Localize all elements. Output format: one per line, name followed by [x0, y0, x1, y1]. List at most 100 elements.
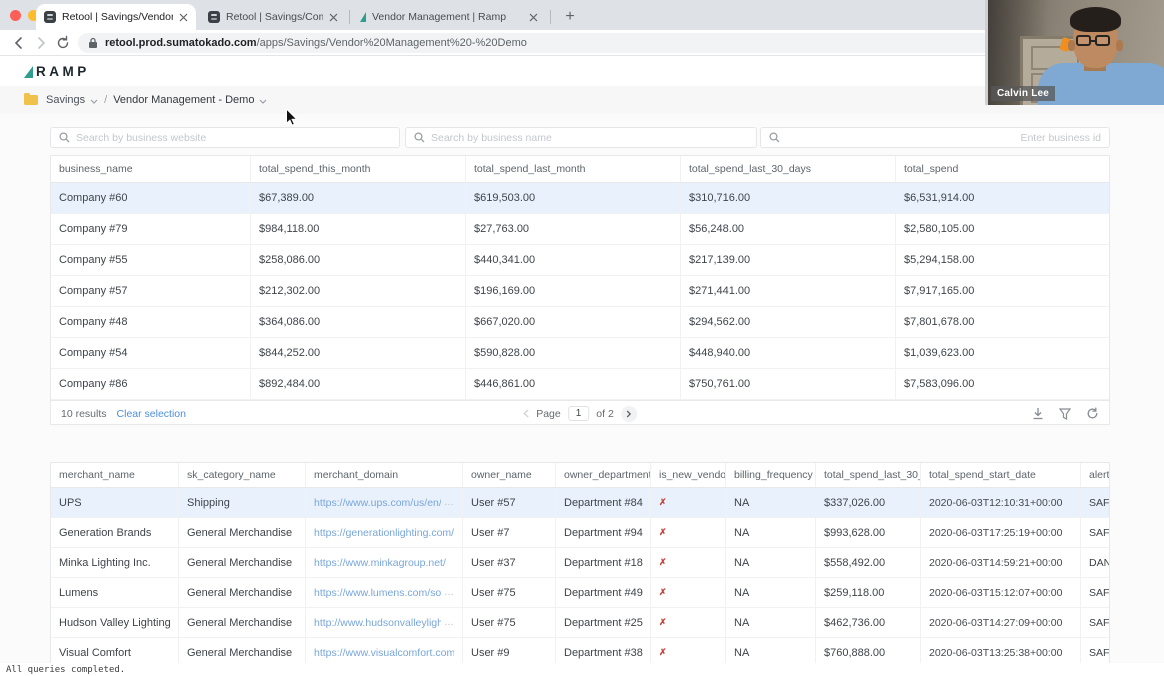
tab-separator: [349, 10, 350, 24]
table-cell: 2020-06-03T14:59:21+00:00: [921, 548, 1081, 577]
column-header[interactable]: total_spend_start_date: [921, 463, 1081, 487]
merchant-domain-link[interactable]: http://www.hudsonvalleylightin: [314, 617, 441, 629]
table-cell: NA: [726, 608, 816, 637]
table-cell: User #37: [463, 548, 556, 577]
chevron-down-icon[interactable]: [90, 99, 98, 104]
column-header[interactable]: total_spend_this_month: [251, 156, 466, 182]
table-row[interactable]: Company #48 $364,086.00 $667,020.00 $294,56…: [51, 307, 1109, 338]
webcam-person-hair: [1070, 7, 1121, 32]
chevron-right-icon: [626, 410, 632, 417]
chevron-left-icon[interactable]: [523, 409, 529, 418]
table-cell: $750,761.00: [681, 369, 896, 399]
is-new-vendor-cross-icon: ✗: [651, 578, 726, 607]
merchant-domain-link[interactable]: https://www.lumens.com/sonne: [314, 587, 441, 599]
table-row[interactable]: Company #54 $844,252.00 $590,828.00 $448,94…: [51, 338, 1109, 369]
table-cell: $892,484.00: [251, 369, 466, 399]
reload-icon[interactable]: [1086, 407, 1099, 420]
browser-tab-3[interactable]: Vendor Management | Ramp: [352, 4, 546, 30]
next-page-button[interactable]: [620, 405, 637, 422]
ramp-logo[interactable]: RAMP: [24, 64, 90, 79]
close-icon[interactable]: [329, 13, 338, 22]
column-header[interactable]: is_new_vendor: [651, 463, 726, 487]
is-new-vendor-cross-icon: ✗: [651, 608, 726, 637]
page-number-input[interactable]: 1: [567, 406, 590, 421]
table-cell: SAFE: [1089, 496, 1110, 509]
column-header[interactable]: billing_frequency: [726, 463, 816, 487]
table-cell: General Merchandise: [179, 578, 306, 607]
close-window-button[interactable]: [10, 10, 21, 21]
column-header[interactable]: total_spend: [896, 156, 1109, 182]
table-cell: https://generationlighting.com/: [306, 518, 463, 547]
merchant-domain-link[interactable]: https://www.visualcomfort.com/: [314, 647, 454, 659]
filter-icon[interactable]: [1059, 407, 1071, 420]
table-row[interactable]: Minka Lighting Inc. General Merchandise ht…: [51, 548, 1109, 578]
status-bar: All queries completed.: [0, 663, 1164, 676]
column-header[interactable]: total_spend_last_30_days: [681, 156, 896, 182]
table-cell: Company #48: [51, 307, 251, 337]
browser-tab-2[interactable]: Retool | Savings/Command C: [200, 4, 346, 30]
table-row[interactable]: Lumens General Merchandise https://www.lum…: [51, 578, 1109, 608]
column-header[interactable]: owner_department: [556, 463, 651, 487]
table-row[interactable]: Company #57 $212,302.00 $196,169.00 $271,44…: [51, 276, 1109, 307]
merchant-domain-link[interactable]: https://www.minkagroup.net/: [314, 557, 446, 569]
page-label: Page: [536, 407, 561, 420]
column-header[interactable]: merchant_domain: [306, 463, 463, 487]
table-cell: Generation Brands: [51, 518, 179, 547]
search-icon: [769, 132, 780, 143]
breadcrumb-page[interactable]: Vendor Management - Demo: [113, 94, 254, 106]
new-tab-button[interactable]: +: [558, 5, 582, 29]
folder-icon: [24, 92, 38, 105]
column-header[interactable]: total_spend_last_30_d...: [816, 463, 921, 487]
table-cell: DANGER: [1089, 556, 1110, 569]
table-cell: 2020-06-03T14:27:09+00:00: [921, 608, 1081, 637]
tab-title: Vendor Management | Ramp: [372, 11, 507, 23]
merchant-domain-link[interactable]: https://generationlighting.com/: [314, 527, 454, 539]
table-cell: Company #55: [51, 245, 251, 275]
ramp-triangle-icon: [24, 65, 33, 78]
table-cell: NA: [726, 548, 816, 577]
table-cell: Company #54: [51, 338, 251, 368]
column-header[interactable]: total_spend_last_month: [466, 156, 681, 182]
table-row[interactable]: Generation Brands General Merchandise http…: [51, 518, 1109, 548]
column-header[interactable]: business_name: [51, 156, 251, 182]
clear-selection-link[interactable]: Clear selection: [117, 408, 186, 420]
table-row[interactable]: Company #55 $258,086.00 $440,341.00 $217,13…: [51, 245, 1109, 276]
browser-tab-1[interactable]: Retool | Savings/Vendor Mana: [36, 4, 196, 30]
column-header[interactable]: owner_name: [463, 463, 556, 487]
table-row[interactable]: Company #60 $67,389.00 $619,503.00 $310,716…: [51, 183, 1109, 214]
breadcrumb-group[interactable]: Savings: [46, 94, 85, 106]
column-header[interactable]: sk_category_name: [179, 463, 306, 487]
table-cell: Company #57: [51, 276, 251, 306]
back-icon[interactable]: [10, 34, 28, 52]
table-cell: Department #84: [556, 488, 651, 517]
download-icon[interactable]: [1032, 407, 1044, 420]
table-cell: $258,086.00: [251, 245, 466, 275]
table-cell: User #75: [463, 608, 556, 637]
search-name-input[interactable]: [431, 131, 748, 144]
close-icon[interactable]: [179, 13, 188, 22]
refresh-icon[interactable]: [54, 34, 72, 52]
table-row[interactable]: UPSShippinghttps://www.ups.com/us/en/Ho……: [51, 488, 1109, 518]
column-header[interactable]: alert_status: [1081, 463, 1109, 487]
table-actions: [1032, 407, 1099, 420]
table-cell: Company #60: [51, 183, 251, 213]
table-cell: $337,026.00: [816, 488, 921, 517]
table-cell: $2,580,105.00: [904, 223, 975, 235]
forward-icon[interactable]: [32, 34, 50, 52]
table-row[interactable]: Hudson Valley Lighting General Merchandis…: [51, 608, 1109, 638]
table-cell: Company #79: [51, 214, 251, 244]
table-row[interactable]: Company #86 $892,484.00 $446,861.00 $750,76…: [51, 369, 1109, 400]
webcam-ear: [1116, 40, 1123, 51]
table-cell: NA: [726, 488, 816, 517]
search-website-input[interactable]: [76, 131, 391, 144]
table-cell: Shipping: [179, 488, 306, 517]
business-id-input[interactable]: [786, 131, 1101, 144]
close-icon[interactable]: [529, 13, 538, 22]
column-header[interactable]: merchant_name: [51, 463, 179, 487]
retool-favicon-icon: [44, 11, 56, 23]
merchant-domain-link[interactable]: https://www.ups.com/us/en/Ho: [314, 497, 441, 509]
webcam-ear: [1068, 40, 1075, 51]
chevron-down-icon[interactable]: [259, 99, 267, 104]
tab-title: Retool | Savings/Command C: [226, 11, 323, 23]
table-row[interactable]: Company #79 $984,118.00 $27,763.00 $56,248.…: [51, 214, 1109, 245]
